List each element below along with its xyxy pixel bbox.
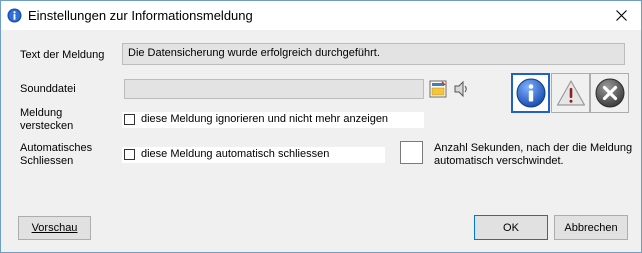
auto-label-line2: Schliessen xyxy=(20,155,74,167)
cancel-button[interactable]: Abbrechen xyxy=(554,215,628,240)
info-icon xyxy=(516,78,545,108)
message-field[interactable]: Die Datensicherung wurde erfolgreich dur… xyxy=(122,43,625,65)
hide-message-option[interactable]: diese Meldung ignorieren und nicht mehr … xyxy=(122,112,424,128)
settings-dialog: Einstellungen zur Informationsmeldung Te… xyxy=(0,0,642,253)
ok-button-label: OK xyxy=(503,221,519,234)
sound-label: Sounddatei xyxy=(20,83,76,95)
warning-icon xyxy=(556,80,585,106)
hide-message-checkbox-label: diese Meldung ignorieren und nicht mehr … xyxy=(141,113,389,125)
preview-button-label: Vorschau xyxy=(31,222,78,234)
browse-sound-button[interactable] xyxy=(429,80,447,98)
message-text: Die Datensicherung wurde erfolgreich dur… xyxy=(128,47,380,59)
preview-button[interactable]: Vorschau xyxy=(18,216,91,240)
seconds-hint-line2: automatisch verschwindet. xyxy=(434,155,564,167)
auto-label-line1: Automatisches xyxy=(20,142,93,154)
error-icon xyxy=(595,78,624,108)
close-icon xyxy=(615,10,627,21)
hide-label-line2: verstecken xyxy=(20,120,74,132)
seconds-input[interactable] xyxy=(400,141,423,164)
message-label: Text der Meldung xyxy=(20,49,105,61)
auto-close-checkbox-label: diese Meldung automatisch schliessen xyxy=(141,148,330,160)
icon-option-error[interactable] xyxy=(590,73,629,113)
window-title: Einstellungen zur Informationsmeldung xyxy=(28,8,253,23)
speaker-icon xyxy=(454,80,467,98)
auto-close-checkbox[interactable] xyxy=(124,149,135,160)
auto-close-option[interactable]: diese Meldung automatisch schliessen xyxy=(122,147,385,163)
window-close-button[interactable] xyxy=(601,1,641,30)
cancel-button-label: Abbrechen xyxy=(564,221,618,234)
hide-message-checkbox[interactable] xyxy=(124,114,135,125)
hide-label-line1: Meldung xyxy=(20,107,63,119)
info-app-icon xyxy=(7,8,22,23)
title-bar: Einstellungen zur Informationsmeldung xyxy=(1,1,641,30)
icon-option-warning[interactable] xyxy=(551,73,590,113)
browse-folder-icon xyxy=(429,80,447,98)
seconds-hint-line1: Anzahl Sekunden, nach der die Meldung xyxy=(434,142,633,154)
play-sound-button[interactable] xyxy=(452,80,470,98)
ok-button[interactable]: OK xyxy=(474,215,548,240)
sound-file-field[interactable] xyxy=(124,79,424,99)
icon-option-info[interactable] xyxy=(511,73,550,113)
